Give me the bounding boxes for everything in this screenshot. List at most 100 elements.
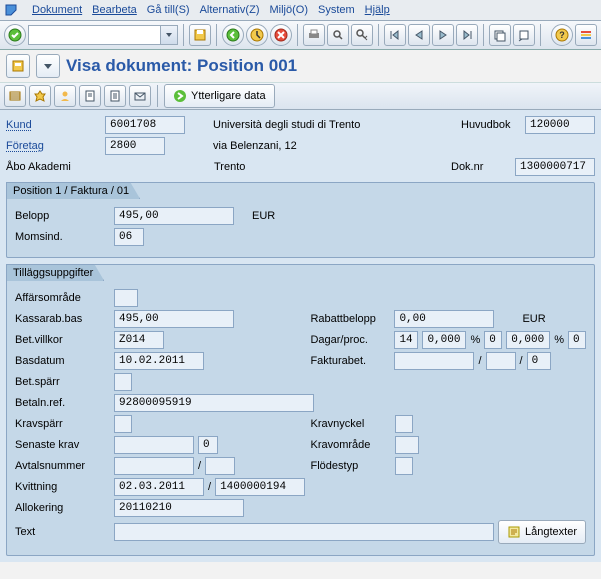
menu-ga-till[interactable]: Gå till(S) — [147, 4, 190, 16]
menu-alternativ[interactable]: Alternativ(Z) — [200, 4, 260, 16]
slash1: / — [478, 355, 481, 367]
huvudbok-field[interactable]: 120000 — [525, 116, 595, 134]
avtalsnummer-label: Avtalsnummer — [15, 460, 110, 472]
prev-page-button[interactable] — [408, 24, 430, 46]
kund-name: Università degli studi di Trento — [213, 119, 457, 131]
app-btn-4[interactable] — [79, 85, 101, 107]
cancel-button[interactable] — [270, 24, 292, 46]
text-label: Text — [15, 526, 110, 538]
app-btn-6[interactable] — [129, 85, 151, 107]
betvillkor-field[interactable]: Z014 — [114, 331, 164, 349]
command-field[interactable] — [28, 25, 178, 45]
huvudbok-label: Huvudbok — [461, 119, 521, 131]
command-dropdown-icon[interactable] — [160, 26, 177, 44]
text-field[interactable] — [114, 523, 494, 541]
foretag-field[interactable]: 2800 — [105, 137, 165, 155]
rabattbelopp-label: Rabattbelopp — [310, 313, 390, 325]
app-btn-3[interactable] — [54, 85, 76, 107]
kravnyckel-field[interactable] — [395, 415, 413, 433]
menubar: Dokument Bearbeta Gå till(S) Alternativ(… — [0, 0, 601, 21]
slash3: / — [198, 460, 201, 472]
kvittning-a-field[interactable]: 02.03.2011 — [114, 478, 204, 496]
app-btn-1[interactable] — [4, 85, 26, 107]
senaste-b-field[interactable]: 0 — [198, 436, 218, 454]
langtexter-button[interactable]: Långtexter — [498, 520, 586, 544]
print-button[interactable] — [303, 24, 325, 46]
pct2: % — [554, 334, 564, 346]
standard-toolbar: ? — [0, 21, 601, 50]
menu-miljo[interactable]: Miljö(O) — [269, 4, 308, 16]
slash2: / — [520, 355, 523, 367]
find-next-button[interactable] — [351, 24, 373, 46]
doknr-field[interactable]: 1300000717 — [515, 158, 595, 176]
kravsparr-field[interactable] — [114, 415, 132, 433]
proc1-field[interactable]: 0,000 — [422, 331, 466, 349]
menu-system[interactable]: System — [318, 4, 355, 16]
proc2-field[interactable]: 0,000 — [506, 331, 550, 349]
senaste-a-field[interactable] — [114, 436, 194, 454]
ok-button[interactable] — [4, 24, 26, 46]
kravnyckel-label: Kravnyckel — [311, 418, 391, 430]
content-area: Kund 6001708 Università degli studi di T… — [0, 110, 601, 562]
back-button[interactable] — [222, 24, 244, 46]
kvittning-label: Kvittning — [15, 481, 110, 493]
kassarab-field[interactable]: 495,00 — [114, 310, 234, 328]
last-page-button[interactable] — [456, 24, 478, 46]
help-button[interactable]: ? — [551, 24, 573, 46]
avtals-b-field[interactable] — [205, 457, 235, 475]
betalnref-field[interactable]: 92800095919 — [114, 394, 314, 412]
city-text: Trento — [214, 161, 447, 173]
dagar3-field[interactable]: 0 — [568, 331, 586, 349]
betvillkor-label: Bet.villkor — [15, 334, 110, 346]
first-page-button[interactable] — [384, 24, 406, 46]
flodestyp-label: Flödestyp — [311, 460, 391, 472]
layout-menu-button[interactable] — [575, 24, 597, 46]
page-title: Visa dokument: Position 001 — [66, 56, 297, 76]
senaste-label: Senaste krav — [15, 439, 110, 451]
save-button[interactable] — [189, 24, 211, 46]
kvittning-b-field[interactable]: 1400000194 — [215, 478, 305, 496]
betsparr-label: Bet.spärr — [15, 376, 110, 388]
app-btn-2[interactable] — [29, 85, 51, 107]
momsind-field[interactable]: 06 — [114, 228, 144, 246]
avtals-a-field[interactable] — [114, 457, 194, 475]
kund-field[interactable]: 6001708 — [105, 116, 185, 134]
dagar2-field[interactable]: 0 — [484, 331, 502, 349]
kravomrade-field[interactable] — [395, 436, 419, 454]
kravsparr-label: Kravspärr — [15, 418, 110, 430]
flodestyp-field[interactable] — [395, 457, 413, 475]
menu-bearbeta[interactable]: Bearbeta — [92, 4, 137, 16]
belopp-field[interactable]: 495,00 — [114, 207, 234, 225]
betsparr-field[interactable] — [114, 373, 132, 391]
addr-text: via Belenzani, 12 — [213, 140, 297, 152]
rabatt-curr: EUR — [522, 313, 545, 325]
ytterligare-data-button[interactable]: Ytterligare data — [164, 84, 275, 108]
shortcut-button[interactable] — [513, 24, 535, 46]
pct1: % — [470, 334, 480, 346]
object-services-dropdown[interactable] — [36, 54, 60, 78]
next-page-button[interactable] — [432, 24, 454, 46]
allokering-field[interactable]: 20110210 — [114, 499, 244, 517]
affarsomrade-field[interactable] — [114, 289, 138, 307]
kund-label[interactable]: Kund — [6, 119, 101, 131]
find-button[interactable] — [327, 24, 349, 46]
affarsomrade-label: Affärsområde — [15, 292, 110, 304]
exit-button[interactable] — [246, 24, 268, 46]
create-session-button[interactable] — [489, 24, 511, 46]
basdatum-field[interactable]: 10.02.2011 — [114, 352, 204, 370]
belopp-label: Belopp — [15, 210, 110, 222]
fakturabet-a[interactable] — [394, 352, 474, 370]
foretag-label[interactable]: Företag — [6, 140, 101, 152]
svg-text:?: ? — [559, 30, 565, 40]
dagar1-field[interactable]: 14 — [394, 331, 418, 349]
app-btn-5[interactable] — [104, 85, 126, 107]
momsind-label: Momsind. — [15, 231, 110, 243]
fakturabet-c[interactable]: 0 — [527, 352, 551, 370]
menu-hjalp[interactable]: Hjälp — [365, 4, 390, 16]
object-services-button[interactable] — [6, 54, 30, 78]
rabattbelopp-field[interactable]: 0,00 — [394, 310, 494, 328]
langtexter-label: Långtexter — [525, 526, 577, 538]
menu-dokument[interactable]: Dokument — [32, 4, 82, 16]
app-toolbar: Ytterligare data — [0, 83, 601, 110]
fakturabet-b[interactable] — [486, 352, 516, 370]
